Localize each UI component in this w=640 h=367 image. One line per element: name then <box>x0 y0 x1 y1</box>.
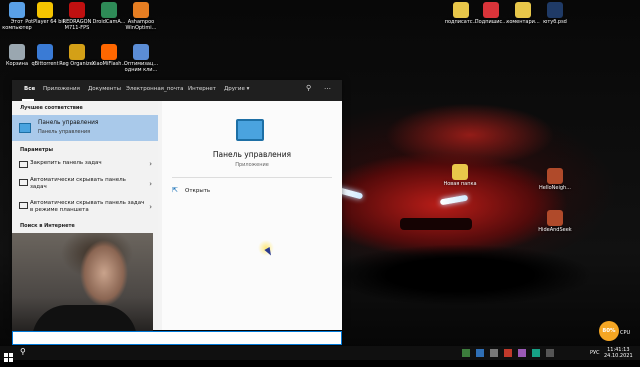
app-icon <box>101 44 117 60</box>
app-icon <box>37 2 53 18</box>
desktop-icon[interactable]: Оптимизац... одним кли... <box>120 44 162 73</box>
app-icon <box>101 2 117 18</box>
more-icon[interactable]: … <box>324 83 331 91</box>
setting-label: Автоматически скрывать панель задач <box>30 177 126 190</box>
desktop-icon[interactable]: ютуб.psd <box>534 2 576 25</box>
tab-all[interactable]: Все <box>24 86 35 92</box>
taskbar: ⚲ РУС 11:41:13 24.10.2021 <box>0 346 640 362</box>
app-icon <box>69 44 85 60</box>
tray-app-icon[interactable] <box>518 349 526 357</box>
divider <box>172 177 332 178</box>
car-shadow <box>330 245 590 305</box>
desktop-icon[interactable]: Новая папка <box>439 164 481 187</box>
desktop-icon[interactable]: Ashampoo WinOptimi... <box>120 2 162 31</box>
web-search-heading: Поиск в Интернете <box>20 223 75 229</box>
desktop-icon[interactable]: HideAndSeek <box>534 210 576 233</box>
desktop-icon-label: Оптимизац... одним кли... <box>123 61 159 73</box>
desktop-icon-label: qBittorrent <box>31 61 59 67</box>
app-icon <box>547 168 563 184</box>
control-panel-large-icon <box>236 119 264 141</box>
setting-label: Автоматически скрывать панель задач в ре… <box>30 200 145 213</box>
tray-app-icon[interactable] <box>532 349 540 357</box>
desktop-icon-label: HideAndSeek <box>538 227 572 233</box>
tray-app-icon[interactable] <box>490 349 498 357</box>
chevron-right-icon: › <box>149 160 152 168</box>
preview-subtitle: Приложение <box>235 162 269 168</box>
search-input[interactable] <box>12 331 342 345</box>
app-icon <box>9 2 25 18</box>
search-tabs: Все Приложения Документы Электронная_поч… <box>12 80 342 101</box>
chevron-right-icon: › <box>149 203 152 211</box>
setting-item[interactable]: Автоматически скрывать панель задач в ре… <box>12 198 158 218</box>
webcam-overlay <box>12 233 153 340</box>
app-icon <box>547 2 563 18</box>
tab-email[interactable]: Электронная_почта <box>126 86 184 92</box>
best-match-item[interactable]: Панель управления Панель управления <box>12 115 158 141</box>
cpu-percent: 80% <box>602 328 616 334</box>
tray-app-icon[interactable] <box>476 349 484 357</box>
desktop-icon-label: Новая папка <box>443 181 477 187</box>
tab-internet[interactable]: Интернет <box>188 86 216 92</box>
cpu-label: CPU <box>620 330 631 336</box>
app-icon <box>37 44 53 60</box>
settings-heading: Параметры <box>20 147 53 153</box>
chevron-right-icon: › <box>149 180 152 188</box>
app-icon <box>133 2 149 18</box>
app-icon <box>69 2 85 18</box>
app-icon <box>452 164 468 180</box>
control-panel-icon <box>19 123 31 133</box>
setting-item[interactable]: Автоматически скрывать панель задач › <box>12 175 158 195</box>
app-icon <box>547 210 563 226</box>
cpu-badge: 80% <box>599 321 619 341</box>
windows-icon <box>4 353 13 362</box>
app-icon <box>133 44 149 60</box>
tab-other[interactable]: Другие ▾ <box>224 86 249 92</box>
start-button[interactable] <box>4 348 14 362</box>
feedback-icon[interactable]: ⚲ <box>306 84 311 92</box>
tray-app-icon[interactable] <box>462 349 470 357</box>
app-icon <box>483 2 499 18</box>
clock[interactable]: 11:41:13 24.10.2021 <box>604 347 633 359</box>
taskbar-settings-icon <box>19 179 28 186</box>
tab-apps[interactable]: Приложения <box>43 86 80 92</box>
open-label: Открыть <box>185 188 211 194</box>
open-icon: ⇱ <box>172 186 178 194</box>
app-icon <box>515 2 531 18</box>
search-icon[interactable]: ⚲ <box>20 347 26 356</box>
car-grille <box>400 218 472 230</box>
desktop-icon[interactable]: HelloNeigh... <box>534 168 576 191</box>
setting-item[interactable]: Закрепить панель задач › <box>12 157 158 171</box>
open-action[interactable]: ⇱ Открыть <box>172 186 242 196</box>
clock-date: 24.10.2021 <box>604 353 633 359</box>
app-icon <box>453 2 469 18</box>
taskbar-settings-icon <box>19 161 28 168</box>
desktop-icon-label: Ashampoo WinOptimi... <box>125 19 157 31</box>
best-match-subtitle: Панель управления <box>38 129 91 135</box>
preview-pane: Панель управления Приложение ⇱ Открыть <box>162 101 342 330</box>
best-match-title: Панель управления <box>38 120 99 126</box>
language-indicator[interactable]: РУС <box>590 350 600 356</box>
app-icon <box>9 44 25 60</box>
best-match-heading: Лучшее соответствие <box>20 105 83 111</box>
tray-app-icon[interactable] <box>504 349 512 357</box>
desktop-icon-label: HelloNeigh... <box>539 185 571 191</box>
tray-app-icon[interactable] <box>546 349 554 357</box>
preview-title: Панель управления <box>212 150 292 159</box>
tab-documents[interactable]: Документы <box>88 86 121 92</box>
desktop-icon-label: ютуб.psd <box>543 19 567 25</box>
setting-label: Закрепить панель задач <box>30 160 102 166</box>
taskbar-settings-icon <box>19 202 28 209</box>
